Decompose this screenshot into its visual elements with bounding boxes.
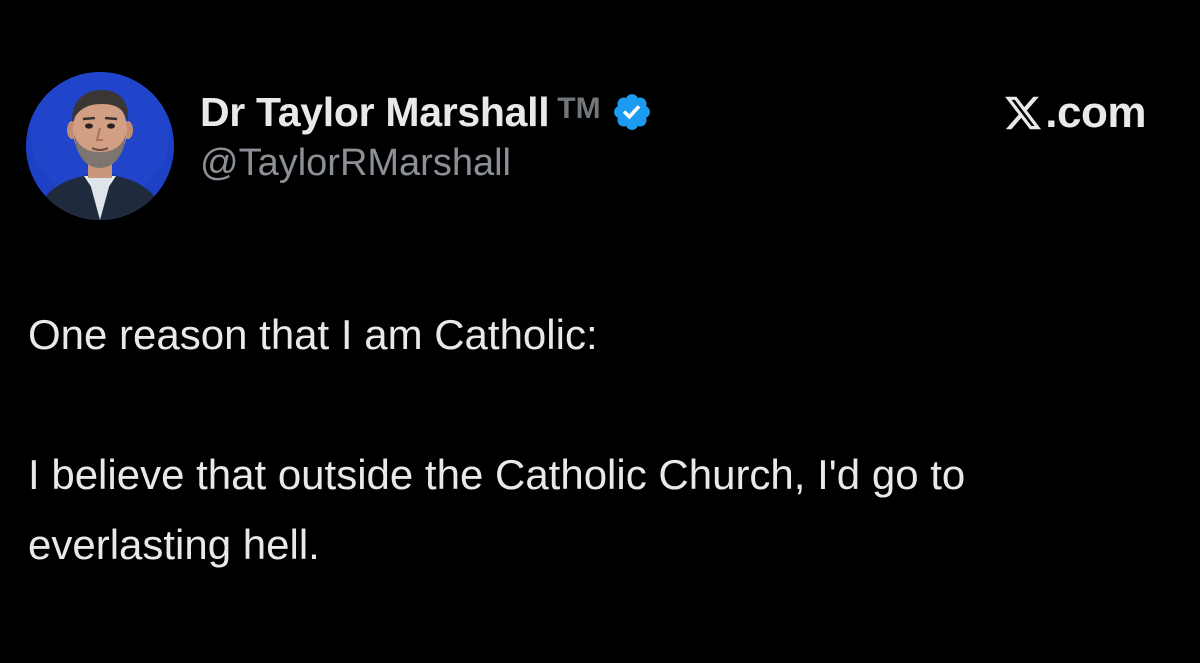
- tweet-body: One reason that I am Catholic: I believe…: [28, 300, 1178, 580]
- avatar[interactable]: [26, 72, 174, 220]
- name-row: Dr Taylor Marshall TM: [200, 84, 653, 140]
- tweet-header: Dr Taylor Marshall TM @TaylorRMarshall: [200, 84, 653, 185]
- x-logo-icon: [1005, 96, 1042, 130]
- tweet-card: Dr Taylor Marshall TM @TaylorRMarshall .…: [0, 0, 1200, 663]
- tweet-paragraph: One reason that I am Catholic:: [28, 311, 598, 358]
- user-handle[interactable]: @TaylorRMarshall: [200, 142, 653, 185]
- x-com-brand: .com: [1003, 88, 1146, 138]
- brand-text: .com: [1045, 88, 1146, 137]
- tweet-paragraph: I believe that outside the Catholic Chur…: [28, 451, 966, 568]
- display-name[interactable]: Dr Taylor Marshall: [200, 89, 550, 136]
- trademark-label: TM: [557, 92, 601, 125]
- verified-badge-icon: [613, 94, 650, 130]
- avatar-photo: [26, 72, 174, 220]
